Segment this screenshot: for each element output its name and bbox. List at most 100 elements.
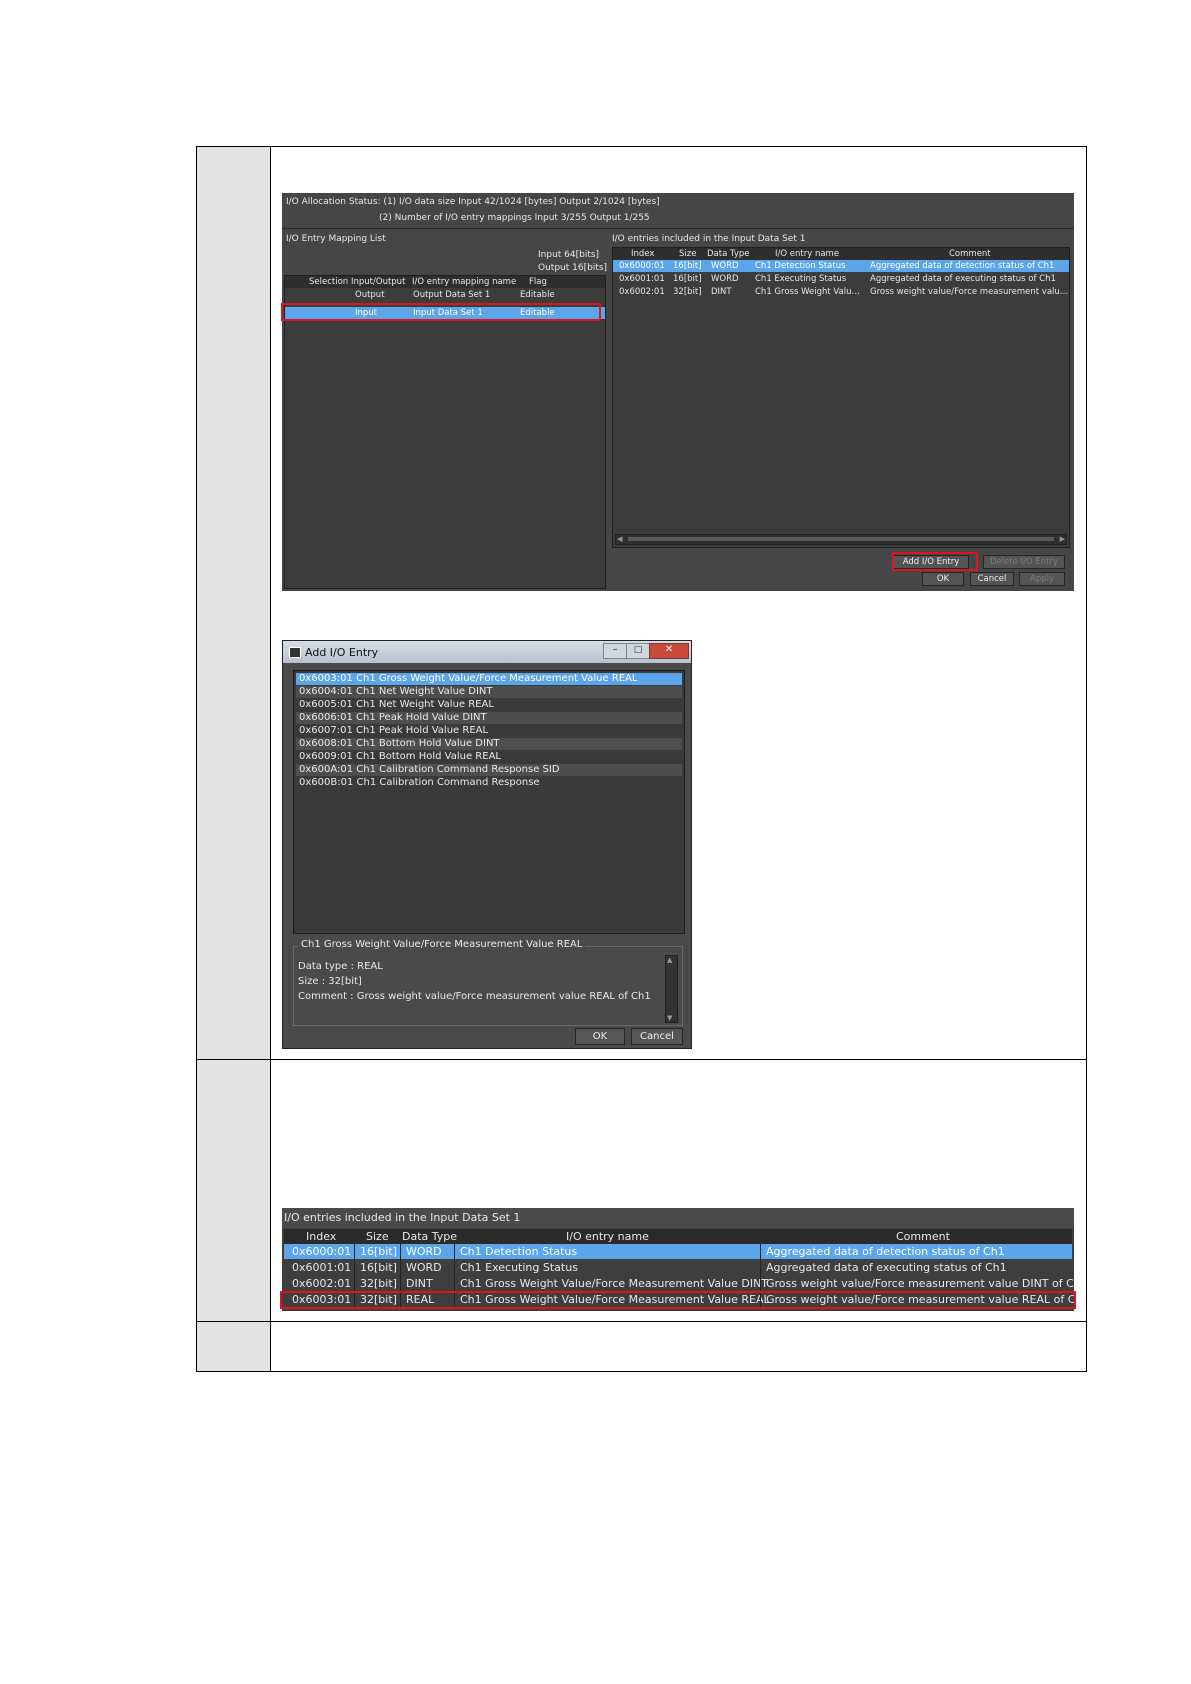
header-entry-name: I/O entry name (775, 249, 840, 259)
scroll-up-icon[interactable]: ▲ (667, 956, 672, 964)
header-comment: Comment (896, 1230, 950, 1243)
entries-title: I/O entries included in the Input Data S… (284, 1211, 521, 1224)
entry-size: 16[bit] (360, 1261, 397, 1274)
detail-title: Ch1 Gross Weight Value/Force Measurement… (298, 939, 586, 950)
output-bits-label: Output 16[bits] (538, 263, 608, 273)
entry-comment: Aggregated data of detection status of C… (766, 1245, 1005, 1258)
entry-index: 0x6000:01 (292, 1245, 352, 1258)
step-column-3 (197, 1322, 270, 1371)
ok-button[interactable]: OK (922, 572, 964, 586)
mapping-list-header: Selection Input/Output I/O entry mapping… (285, 276, 605, 288)
scroll-left-icon[interactable]: ◀ (617, 535, 622, 543)
detail-data-type: Data type : REAL (298, 961, 383, 972)
header-flag: Flag (529, 277, 547, 287)
list-item[interactable]: 0x6004:01 Ch1 Net Weight Value DINT (296, 686, 682, 698)
entry-size: 32[bit] (360, 1277, 397, 1290)
entry-comment: Aggregated data of detection status of C… (870, 261, 1055, 271)
mapping-name: Output Data Set 1 (413, 290, 491, 300)
apply-button[interactable]: Apply (1019, 572, 1065, 586)
table-row[interactable]: 0x6002:01 32[bit] DINT Ch1 Gross Weight … (284, 1276, 1074, 1291)
entry-type: WORD (711, 261, 739, 271)
highlight-add-button (892, 552, 978, 571)
list-item[interactable]: 0x600B:01 Ch1 Calibration Command Respon… (296, 777, 682, 789)
cancel-button[interactable]: Cancel (970, 572, 1014, 586)
header-size: Size (679, 249, 697, 259)
detail-size: Size : 32[bit] (298, 976, 362, 987)
entry-name: Ch1 Gross Weight Valu… (755, 287, 861, 297)
table-row[interactable]: 0x6001:01 16[bit] WORD Ch1 Executing Sta… (284, 1260, 1072, 1275)
column-divider (270, 146, 271, 1372)
table-row[interactable]: 0x6000:01 16[bit] WORD Ch1 Detection Sta… (284, 1244, 1072, 1259)
entry-name: Ch1 Detection Status (460, 1245, 578, 1258)
entry-size: 16[bit] (360, 1245, 397, 1258)
dialog-title: Add I/O Entry (305, 646, 379, 659)
list-item[interactable]: 0x6007:01 Ch1 Peak Hold Value REAL (296, 725, 682, 737)
entry-type: DINT (711, 287, 732, 297)
header-selection: Selection (309, 277, 349, 287)
entry-comment: Gross weight value/Force measurement val… (766, 1277, 1074, 1290)
entry-comment: Aggregated data of executing status of C… (870, 274, 1056, 284)
entries-list-title: I/O entries included in the Input Data S… (612, 234, 806, 244)
mapping-flag: Editable (520, 290, 555, 300)
mapping-list-title: I/O Entry Mapping List (286, 234, 386, 244)
step-column-1 (197, 147, 270, 1059)
entry-index: 0x6002:01 (292, 1277, 352, 1290)
row-divider-1 (196, 1059, 1087, 1060)
delete-io-entry-button[interactable]: Delete I/O Entry (983, 555, 1065, 569)
header-index: Index (631, 249, 655, 259)
add-io-entry-dialog: Add I/O Entry – □ ✕ 0x6003:01 Ch1 Gross … (282, 640, 692, 1049)
header-input-output: Input/Output (351, 277, 406, 287)
list-item[interactable]: 0x6009:01 Ch1 Bottom Hold Value REAL (296, 751, 682, 763)
dialog-cancel-button[interactable]: Cancel (631, 1028, 683, 1045)
list-item[interactable]: 0x6008:01 Ch1 Bottom Hold Value DINT (296, 738, 682, 750)
entries-title-bar: I/O entries included in the Input Data S… (282, 1208, 1074, 1228)
app-icon (289, 647, 301, 658)
header-entry-name: I/O entry name (566, 1230, 649, 1243)
mapping-row-output[interactable]: Output Output Data Set 1 Editable (285, 289, 605, 301)
entry-type: WORD (406, 1245, 442, 1258)
entry-candidate-list[interactable]: 0x6003:01 Ch1 Gross Weight Value/Force M… (293, 670, 685, 934)
io-allocation-screen: I/O Allocation Status: (1) I/O data size… (282, 193, 1074, 591)
close-button[interactable]: ✕ (649, 643, 689, 659)
entry-index: 0x6000:01 (619, 261, 665, 271)
entries-result-header: Index Size Data Type I/O entry name Comm… (284, 1229, 1072, 1244)
entry-name: Ch1 Gross Weight Value/Force Measurement… (460, 1277, 769, 1290)
header-data-type: Data Type (402, 1230, 458, 1243)
list-item[interactable]: 0x6005:01 Ch1 Net Weight Value REAL (296, 699, 682, 711)
header-size: Size (366, 1230, 389, 1243)
header-index: Index (306, 1230, 337, 1243)
entries-list: Index Size Data Type I/O entry name Comm… (612, 247, 1070, 548)
entry-comment: Gross weight value/Force measurement val… (870, 287, 1069, 297)
detail-comment: Comment : Gross weight value/Force measu… (298, 991, 651, 1002)
list-item[interactable]: 0x6006:01 Ch1 Peak Hold Value DINT (296, 712, 682, 724)
entry-row[interactable]: 0x6000:01 16[bit] WORD Ch1 Detection Sta… (613, 260, 1069, 272)
entry-name: Ch1 Detection Status (755, 261, 846, 271)
entry-size: 16[bit] (673, 274, 702, 284)
detail-scrollbar[interactable]: ▲ ▼ (665, 955, 678, 1023)
entry-row[interactable]: 0x6001:01 16[bit] WORD Ch1 Executing Sta… (613, 273, 1069, 285)
entry-size: 32[bit] (673, 287, 702, 297)
header-data-type: Data Type (707, 249, 750, 259)
entry-name: Ch1 Executing Status (755, 274, 847, 284)
entry-type: DINT (406, 1277, 433, 1290)
entry-comment: Aggregated data of executing status of C… (766, 1261, 1007, 1274)
highlight-input-row (281, 303, 601, 321)
scroll-thumb[interactable] (628, 537, 1054, 541)
entry-name: Ch1 Executing Status (460, 1261, 578, 1274)
list-item[interactable]: 0x600A:01 Ch1 Calibration Command Respon… (296, 764, 682, 776)
dialog-titlebar: Add I/O Entry – □ ✕ (283, 641, 691, 663)
minimize-button[interactable]: – (603, 643, 627, 659)
dialog-ok-button[interactable]: OK (575, 1028, 625, 1045)
allocation-status-line2: (2) Number of I/O entry mappings Input 3… (379, 213, 650, 223)
mapping-list: Selection Input/Output I/O entry mapping… (284, 275, 606, 589)
horizontal-scrollbar[interactable]: ◀ ▶ (615, 534, 1067, 545)
maximize-button[interactable]: □ (626, 643, 650, 659)
header-mapping-name: I/O entry mapping name (412, 277, 517, 287)
list-item[interactable]: 0x6003:01 Ch1 Gross Weight Value/Force M… (296, 673, 682, 685)
scroll-right-icon[interactable]: ▶ (1060, 535, 1065, 543)
scroll-down-icon[interactable]: ▼ (667, 1014, 672, 1022)
detail-group: Ch1 Gross Weight Value/Force Measurement… (293, 939, 683, 1026)
entry-type: WORD (406, 1261, 442, 1274)
entry-row[interactable]: 0x6002:01 32[bit] DINT Ch1 Gross Weight … (613, 286, 1069, 298)
step-column-2 (197, 1060, 270, 1321)
